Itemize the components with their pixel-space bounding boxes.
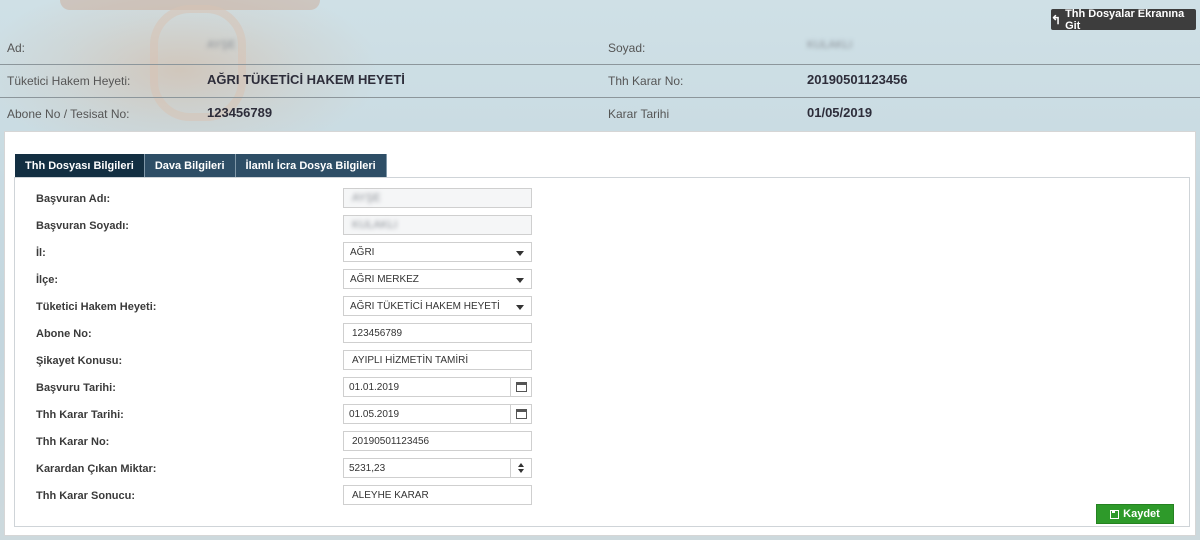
province-select[interactable]: AĞRI (343, 242, 532, 262)
decision-no-value: 20190501123456 (807, 72, 908, 87)
form-row-province: İl: AĞRI (15, 242, 535, 264)
main-panel: Thh Dosyası Bilgileri Dava Bilgileri İla… (4, 131, 1196, 536)
tab-bar: Thh Dosyası Bilgileri Dava Bilgileri İla… (15, 154, 387, 177)
district-select[interactable]: AĞRI MERKEZ (343, 269, 532, 289)
form-row-committee: Tüketici Hakem Heyeti: AĞRI TÜKETİCİ HAK… (15, 296, 535, 318)
complaint-subject-label: Şikayet Konusu: (36, 355, 123, 367)
applicant-name-input[interactable]: AYŞE (343, 188, 532, 208)
committee-label: Tüketici Hakem Heyeti: (7, 74, 131, 88)
chevron-down-icon (516, 305, 524, 310)
application-date-label: Başvuru Tarihi: (36, 382, 116, 394)
tab-enforcement-file-info[interactable]: İlamlı İcra Dosya Bilgileri (235, 154, 387, 177)
form-row-decision-result: Thh Karar Sonucu: ALEYHE KARAR (15, 485, 535, 507)
decision-date-input[interactable]: 01.05.2019 (343, 404, 532, 424)
decision-result-value: ALEYHE KARAR (352, 489, 429, 501)
amount-spin-buttons[interactable] (510, 459, 531, 477)
summary-row-committee: Tüketici Hakem Heyeti: AĞRI TÜKETİCİ HAK… (0, 64, 1200, 98)
province-label: İl: (36, 247, 46, 259)
first-name-label: Ad: (7, 41, 26, 55)
last-name-label: Soyad: (608, 41, 646, 55)
reply-arrow-icon: ↰ (1051, 12, 1062, 27)
subscriber-no-input[interactable]: 123456789 (343, 323, 532, 343)
calendar-icon (515, 382, 527, 392)
complaint-subject-value: AYIPLI HİZMETİN TAMİRİ (352, 354, 469, 366)
complaint-subject-input[interactable]: AYIPLI HİZMETİN TAMİRİ (343, 350, 532, 370)
district-label: İlçe: (36, 274, 59, 286)
form-container: Başvuran Adı: AYŞE Başvuran Soyadı: KULA… (14, 177, 1190, 527)
chevron-down-icon[interactable] (518, 469, 524, 473)
calendar-button[interactable] (510, 405, 531, 423)
applicant-name-value: AYŞE (352, 192, 381, 204)
committee-select-value: AĞRI TÜKETİCİ HAKEM HEYETİ (350, 300, 500, 312)
tab-case-info[interactable]: Dava Bilgileri (144, 154, 236, 177)
save-button[interactable]: Kaydet (1096, 504, 1174, 524)
decision-result-input[interactable]: ALEYHE KARAR (343, 485, 532, 505)
decision-no-label: Thh Karar No: (608, 74, 684, 88)
committee-select[interactable]: AĞRI TÜKETİCİ HAKEM HEYETİ (343, 296, 532, 316)
form-row-applicant-name: Başvuran Adı: AYŞE (15, 188, 535, 210)
form-row-district: İlçe: AĞRI MERKEZ (15, 269, 535, 291)
first-name-value: AYŞE (207, 39, 236, 51)
application-date-input[interactable]: 01.01.2019 (343, 377, 532, 397)
decision-no-field-label: Thh Karar No: (36, 436, 110, 448)
subscriber-no-field-label: Abone No: (36, 328, 92, 340)
committee-value: AĞRI TÜKETİCİ HAKEM HEYETİ (207, 72, 405, 87)
chevron-down-icon (516, 278, 524, 283)
floppy-disk-icon (1110, 509, 1120, 519)
decision-date-input-value: 01.05.2019 (349, 408, 400, 420)
form-row-amount: Karardan Çıkan Miktar: 5231,23 (15, 458, 535, 480)
applicant-surname-input[interactable]: KULAKLI (343, 215, 532, 235)
amount-label: Karardan Çıkan Miktar: (36, 463, 157, 475)
form-row-decision-no: Thh Karar No: 20190501123456 (15, 431, 535, 453)
decision-no-input[interactable]: 20190501123456 (343, 431, 532, 451)
calendar-icon (515, 409, 527, 419)
chevron-up-icon[interactable] (518, 463, 524, 467)
chevron-down-icon (516, 251, 524, 256)
subscriber-no-input-value: 123456789 (352, 327, 403, 339)
decision-date-value: 01/05/2019 (807, 105, 873, 120)
go-to-files-label: Thh Dosyalar Ekranına Git (1065, 7, 1185, 32)
decision-result-label: Thh Karar Sonucu: (36, 490, 136, 502)
subscriber-no-value: 123456789 (207, 105, 273, 120)
save-button-label: Kaydet (1123, 508, 1160, 520)
applicant-surname-label: Başvuran Soyadı: (36, 220, 129, 232)
subscriber-no-label: Abone No / Tesisat No: (7, 107, 130, 121)
form-row-applicant-surname: Başvuran Soyadı: KULAKLI (15, 215, 535, 237)
application-date-value: 01.01.2019 (349, 381, 400, 393)
form-row-complaint-subject: Şikayet Konusu: AYIPLI HİZMETİN TAMİRİ (15, 350, 535, 372)
committee-field-label: Tüketici Hakem Heyeti: (36, 301, 157, 313)
tab-thh-file-info[interactable]: Thh Dosyası Bilgileri (15, 154, 145, 177)
form-row-subscriber-no: Abone No: 123456789 (15, 323, 535, 345)
applicant-surname-value: KULAKLI (352, 219, 398, 231)
province-value: AĞRI (350, 246, 375, 258)
summary-row-name: Ad: AYŞE Soyad: KULAKLI (0, 31, 1200, 65)
decision-no-input-value: 20190501123456 (352, 435, 430, 447)
last-name-value: KULAKLI (807, 39, 853, 51)
decision-date-field-label: Thh Karar Tarihi: (36, 409, 124, 421)
form-row-application-date: Başvuru Tarihi: 01.01.2019 (15, 377, 535, 399)
decision-date-label: Karar Tarihi (608, 107, 670, 121)
form-row-decision-date: Thh Karar Tarihi: 01.05.2019 (15, 404, 535, 426)
applicant-name-label: Başvuran Adı: (36, 193, 111, 205)
amount-value: 5231,23 (349, 462, 386, 474)
district-value: AĞRI MERKEZ (350, 273, 419, 285)
go-to-files-button[interactable]: ↰ Thh Dosyalar Ekranına Git (1051, 7, 1196, 32)
calendar-button[interactable] (510, 378, 531, 396)
amount-stepper[interactable]: 5231,23 (343, 458, 532, 478)
summary-row-subscriber: Abone No / Tesisat No: 123456789 Karar T… (0, 97, 1200, 130)
